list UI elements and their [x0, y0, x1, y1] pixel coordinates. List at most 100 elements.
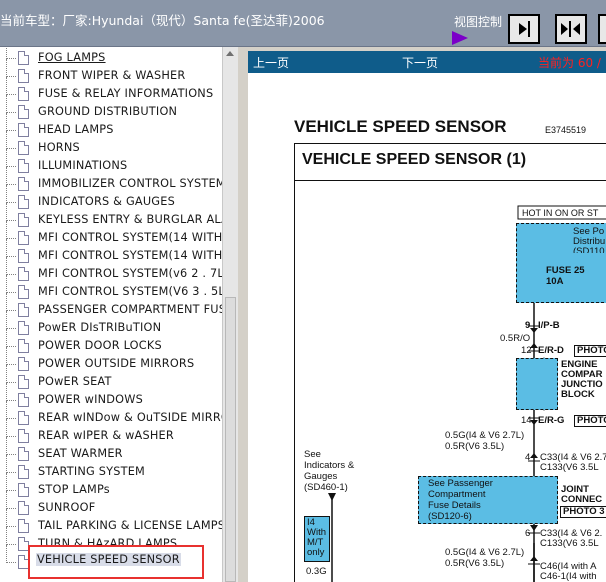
split-view-button[interactable] — [555, 14, 587, 44]
tree-connector — [6, 113, 7, 131]
tree-item[interactable]: MFI CONTROL SYSTEM(V6 3 . 5L — [0, 275, 222, 302]
next-page-link[interactable]: 下一页 — [402, 54, 438, 71]
tree-item[interactable]: HORNS — [0, 131, 222, 158]
document-icon — [18, 267, 29, 281]
see-indicators-1: See — [304, 449, 321, 460]
tree-item[interactable]: FRONT WIPER & WASHER — [0, 59, 222, 86]
tree-item-label: KEYLESS ENTRY & BURGLAR ALARM — [38, 213, 222, 226]
tree-item[interactable]: GROUND DISTRIBUTION — [0, 95, 222, 122]
tree-item[interactable]: MFI CONTROL SYSTEM(14 WITH — [0, 221, 222, 248]
tree-item-label: FOG LAMPS — [38, 51, 106, 64]
tree-connector — [6, 491, 7, 509]
tree-item-label: STARTING SYSTEM — [38, 465, 146, 478]
document-icon — [18, 105, 29, 119]
connector-c133-lower: C133(V6 3.5L — [540, 538, 599, 549]
scroll-thumb[interactable] — [225, 297, 236, 582]
document-icon — [18, 51, 29, 65]
tree-item[interactable]: HEAD LAMPS — [0, 113, 222, 140]
connector-ipb: I/P-B — [538, 320, 560, 331]
document-icon — [18, 177, 29, 191]
tree-item[interactable]: REAR wIPER & wASHER — [0, 419, 222, 446]
tree-item[interactable]: STARTING SYSTEM — [0, 455, 222, 482]
splitter[interactable] — [238, 47, 248, 582]
tree-item[interactable]: STOP LAMPs — [0, 473, 222, 500]
tree-connector — [6, 58, 16, 59]
tree-item[interactable]: MFI CONTROL SYSTEM(v6 2 . 7L — [0, 257, 222, 284]
tree-item[interactable]: FUSE & RELAY INFORMATIONS — [0, 77, 222, 104]
tree-item[interactable]: SEAT WARMER — [0, 437, 222, 464]
tree-item[interactable]: SUNROOF — [0, 491, 222, 518]
tree-item[interactable]: INDICATORS & GAUGES — [0, 185, 222, 212]
tree-connector — [6, 455, 7, 473]
top-bar: 当前车型：厂家:Hyundai（现代）Santa fe(圣达菲)2006 视图控… — [0, 0, 606, 47]
tree-connector — [6, 130, 16, 131]
tree-item[interactable]: POwER SEAT — [0, 365, 222, 392]
tree-connector — [6, 256, 16, 257]
tree-scrollbar[interactable] — [222, 47, 238, 582]
tree-item-label: INDICATORS & GAUGES — [38, 195, 175, 208]
tree-item[interactable]: TAIL PARKING & LICENSE LAMPS — [0, 509, 222, 536]
view-button-3[interactable] — [598, 14, 606, 44]
tree-connector — [6, 292, 16, 293]
tree-connector — [6, 328, 16, 329]
tree-connector — [6, 220, 16, 221]
page-nav-bar: 上一页 下一页 当前为 60 / — [248, 51, 606, 73]
document-icon — [18, 213, 29, 227]
wire-05g-upper: 0.5G(I4 & V6 2.7L) — [445, 430, 525, 441]
tree-connector — [6, 454, 16, 455]
document-icon — [18, 339, 29, 353]
tree-connector — [6, 347, 7, 365]
wire-05ro: 0.5R/O — [500, 333, 531, 344]
tree-connector — [6, 346, 16, 347]
tree-item-vehicle-speed-sensor[interactable]: VEHICLE SPEED SENSOR — [36, 553, 181, 566]
tree-item-label: SEAT WARMER — [38, 447, 123, 460]
current-page-indicator: 当前为 60 / — [538, 56, 601, 70]
tree-connector — [6, 293, 7, 311]
tree-item[interactable]: PowER DIsTRIBuTION — [0, 311, 222, 338]
wiring-tree: FOG LAMPS FRONT WIPER & WASHER FUSE & RELA… — [0, 47, 222, 582]
tree-item-label: PowER DIsTRIBuTION — [38, 321, 162, 334]
document-icon — [18, 141, 29, 155]
tree-connector — [6, 364, 16, 365]
tree-item[interactable]: REAR wINDow & OuTSIDE MIRROR — [0, 401, 222, 428]
tree-item[interactable]: POWER DOOR LOCKS — [0, 329, 222, 356]
tree-connector — [6, 329, 7, 347]
tree-connector — [6, 562, 16, 563]
pin-9: 9 — [525, 320, 531, 331]
tree-item[interactable]: POWER wINDOWS — [0, 383, 222, 410]
tree-item-label: POwER SEAT — [38, 375, 112, 388]
tree-item-label: POWER wINDOWS — [38, 393, 144, 406]
connector-erg: E/R-G — [538, 415, 565, 426]
tree-connector — [6, 509, 7, 527]
view-control-arrow-icon[interactable] — [452, 31, 468, 45]
tree-connector — [6, 527, 7, 545]
tree-connector — [6, 148, 16, 149]
tree-item[interactable]: PASSENGER COMPARTMENT FUSE — [0, 293, 222, 320]
tree-item[interactable]: POWER OUTSIDE MIRRORS — [0, 347, 222, 374]
scroll-up-icon[interactable] — [226, 51, 234, 56]
tree-item[interactable]: KEYLESS ENTRY & BURGLAR ALARM — [0, 203, 222, 230]
passenger-box-line-2: Compartment — [428, 489, 486, 500]
expand-right-button[interactable] — [508, 14, 540, 44]
tree-connector — [6, 166, 16, 167]
tree-item-label: POWER DOOR LOCKS — [38, 339, 162, 352]
tree-item-label: GROUND DISTRIBUTION — [38, 105, 178, 118]
view-control-label: 视图控制 — [454, 15, 503, 29]
tree-connector — [6, 112, 16, 113]
fuse-label: FUSE 25 — [546, 265, 585, 276]
tree-item[interactable]: IMMOBILIZER CONTROL SYSTEM — [0, 167, 222, 194]
tree-connector — [6, 383, 7, 401]
tree-item-label: MFI CONTROL SYSTEM(14 WITH — [38, 249, 222, 262]
prev-page-link[interactable]: 上一页 — [253, 54, 289, 71]
tree-connector — [6, 418, 16, 419]
passenger-box-line-1: See Passenger — [428, 478, 493, 489]
document-icon — [18, 123, 29, 137]
tree-item[interactable]: FOG LAMPS — [0, 47, 222, 68]
document-icon — [18, 411, 29, 425]
tree-item[interactable]: ILLUMINATIONS — [0, 149, 222, 176]
tree-item[interactable]: MFI CONTROL SYSTEM(14 WITH — [0, 239, 222, 266]
document-icon — [18, 303, 29, 317]
photo-ref-1: PHOTO — [574, 345, 606, 357]
tree-item-label: TAIL PARKING & LICENSE LAMPS — [38, 519, 222, 532]
tree-connector — [6, 185, 7, 203]
